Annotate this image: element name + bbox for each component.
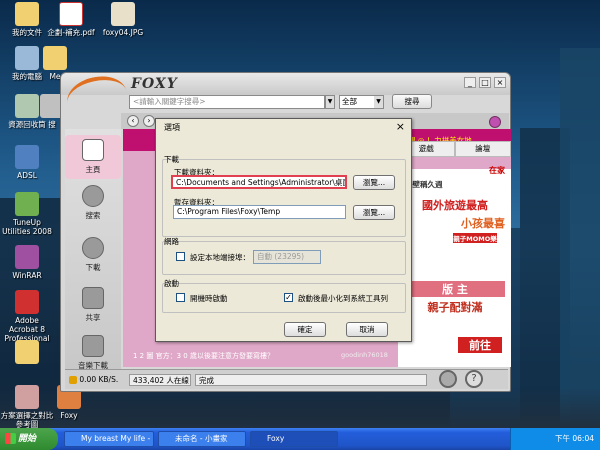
sidebar-item-music[interactable]: 音樂下載 [65, 335, 121, 371]
music-note-icon [82, 335, 104, 357]
dialog-titlebar[interactable]: 選項 × [156, 119, 411, 137]
taskbar-item-foxy[interactable]: Foxy [250, 431, 338, 447]
search-button[interactable]: 搜尋 [392, 94, 432, 109]
port-field[interactable]: 自動 (23295) [253, 250, 321, 264]
taskbar: 開始 My breast My life - 無... 未命名 - 小畫家 Fo… [0, 428, 600, 450]
sidebar-item-share[interactable]: 共享 [65, 287, 121, 323]
skyline-building [560, 48, 600, 428]
options-dialog: 選項 × 下載 下載資料夾： C:\Documents and Settings… [155, 118, 412, 342]
browse-temp-button[interactable]: 瀏覽... [353, 205, 395, 220]
image-icon [111, 2, 135, 26]
content-tabs: 遊戲 論壇 [398, 141, 511, 157]
system-tray: 下午 06:04 [510, 428, 600, 450]
desktop-icon-adsl[interactable]: ADSL [0, 145, 54, 180]
speed-icon [69, 376, 77, 384]
winrar-icon [15, 245, 39, 269]
list-author: goodinh76018 [341, 351, 388, 359]
taskbar-item-browser[interactable]: My breast My life - 無... [64, 431, 154, 447]
browse-download-button[interactable]: 瀏覽... [353, 175, 395, 190]
network-icon [15, 145, 39, 169]
close-button[interactable]: × [494, 77, 506, 88]
foxy-sidebar: 主頁 搜索 下載 共享 音樂下載 [65, 129, 121, 371]
foxy-titlebar[interactable]: FOXY _ □ × [61, 71, 510, 123]
temp-folder-field[interactable]: C:\Program Files\Foxy\Temp [173, 205, 346, 219]
pdf-icon [59, 2, 83, 26]
folder-icon [15, 340, 39, 364]
search-history-dropdown[interactable]: ▼ [325, 95, 335, 109]
image-icon [15, 385, 39, 409]
download-group-label: 下載 [164, 155, 179, 164]
startup-group-label: 啟動 [164, 279, 179, 288]
home-icon [82, 139, 104, 161]
status-text: 完成 [195, 374, 427, 386]
folder-icon [43, 46, 67, 70]
download-icon [82, 237, 104, 259]
ad-text-small[interactable]: 親子MOMO樂 [453, 233, 497, 243]
desktop-icon-tuneup[interactable]: TuneUp Utilities 2008 [0, 192, 54, 236]
folder-icon [15, 2, 39, 26]
ad-text[interactable]: 小孩最喜 [405, 215, 505, 231]
share-icon [82, 287, 104, 309]
desktop-icon-acrobat[interactable]: Adobe Acrobat 8 Professional [0, 290, 54, 343]
sidebar-item-home[interactable]: 主頁 [65, 135, 121, 179]
download-folder-field[interactable]: C:\Documents and Settings\Administrator\… [171, 175, 347, 189]
ad-button[interactable]: 前往 [458, 337, 502, 353]
forward-icon[interactable]: › [143, 115, 155, 127]
online-count: 433,402 人在線 [129, 374, 191, 386]
ad-text[interactable]: 版 主 [405, 281, 505, 297]
recycle-bin-icon [15, 94, 39, 118]
help-icon[interactable]: ? [465, 370, 483, 388]
foxy-logo: FOXY [131, 76, 178, 92]
start-button[interactable]: 開始 [0, 428, 58, 450]
minimize-button[interactable]: _ [464, 77, 476, 88]
ok-button[interactable]: 確定 [284, 322, 326, 337]
magnifier-icon [82, 185, 104, 207]
windows-logo-icon [5, 433, 16, 444]
search-input[interactable]: <請輸入關鍵字搜尋> [129, 95, 325, 109]
minimize-tray-checkbox[interactable]: ✓ [284, 293, 293, 302]
list-item[interactable]: 1 2 圖 官方：3 0 歲以後要注意方發要寫樓？ [133, 351, 274, 361]
pink-orb-icon[interactable] [489, 116, 501, 128]
port-label: 設定本地端接埠： [190, 253, 250, 262]
tab-forum[interactable]: 論壇 [454, 141, 511, 157]
acrobat-icon [15, 290, 39, 314]
ad-text[interactable]: 親子配對滿 [405, 299, 505, 315]
computer-icon [15, 46, 39, 70]
cancel-button[interactable]: 取消 [346, 322, 388, 337]
gear-icon[interactable] [439, 370, 457, 388]
startup-option-label: 開機時啟動 [190, 294, 228, 303]
startup-checkbox[interactable] [176, 293, 185, 302]
close-icon[interactable]: × [396, 121, 405, 133]
desktop-icon-winrar[interactable]: WinRAR [0, 245, 54, 280]
taskbar-item-paint[interactable]: 未命名 - 小畫家 [158, 431, 246, 447]
port-checkbox[interactable] [176, 252, 185, 261]
desktop-icon-pdf[interactable]: 企劃-補充.pdf [40, 2, 102, 37]
maximize-button[interactable]: □ [479, 77, 491, 88]
ad-text[interactable]: 在家 [405, 165, 505, 176]
network-group-label: 網路 [164, 237, 179, 246]
sidebar-item-search[interactable]: 搜索 [65, 185, 121, 221]
status-bar: 0.00 KB/S. 433,402 人在線 完成 ? [65, 369, 508, 389]
scope-dropdown-icon[interactable]: ▼ [374, 96, 383, 108]
tuneup-icon [15, 192, 39, 216]
sidebar-item-download[interactable]: 下載 [65, 237, 121, 273]
desktop-icon-foxy-jpg[interactable]: foxy04.JPG [96, 2, 150, 37]
speed-indicator: 0.00 KB/S. [69, 374, 125, 386]
ad-text[interactable]: 網壁稱久週 [405, 179, 505, 190]
clock[interactable]: 下午 06:04 [555, 434, 594, 443]
back-icon[interactable]: ‹ [127, 115, 139, 127]
desktop-icon-folder[interactable] [0, 340, 54, 366]
minimize-tray-label: 啟動後最小化到系統工具列 [298, 294, 388, 303]
desktop-icon-comparison[interactable]: 方案選擇之對比參考圖 [0, 385, 54, 429]
ad-text[interactable]: 國外旅遊最高 [405, 197, 505, 213]
